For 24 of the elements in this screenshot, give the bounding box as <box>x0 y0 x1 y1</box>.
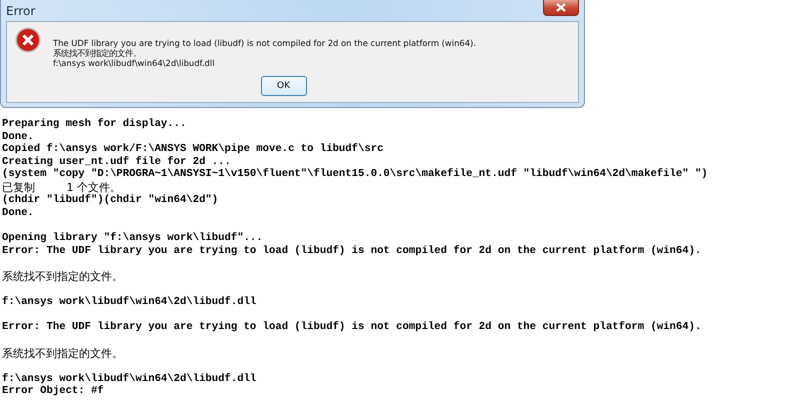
console-line: f:\ansys work\libudf\win64\2d\libudf.dll <box>2 372 256 385</box>
error-message: The UDF library you are trying to load (libudf) is not compiled for 2d on the current platform (win64). <box>53 38 476 48</box>
console-line: (system "copy "D:\PROGRA~1\ANSYSI~1\v150\fluent"\fluent15.0.0\src\makefile_nt.udf "libudf\win64\2d\makefile" ") <box>2 168 708 180</box>
window-title: Error <box>6 4 36 18</box>
error-message: 系统找不到指定的文件。 <box>53 48 142 58</box>
console-line: 已复制 1 个文件。 <box>2 180 121 194</box>
close-button[interactable] <box>543 0 579 16</box>
console-line: Copied f:\ansys work/F:\ANSYS WORK\pipe move.c to libudf\src <box>2 143 384 156</box>
console-line: 系统找不到指定的文件。 <box>2 346 123 360</box>
ok-button[interactable]: OK <box>260 76 306 96</box>
console-line: Done. <box>2 130 34 143</box>
error-message: f:\ansys work\libudf\win64\2d\libudf.dll <box>53 58 216 68</box>
console-line: f:\ansys work\libudf\win64\2d\libudf.dll <box>2 296 256 308</box>
console-line: Error: The UDF library you are trying to load (libudf) is not compiled for 2d on the current platform (win64). <box>2 321 702 334</box>
console-line: Error Object: #f <box>2 385 104 398</box>
console-line: Opening library "f:\ansys work\libudf"... <box>2 232 263 244</box>
console-line: Preparing mesh for display... <box>2 118 186 130</box>
console-line: 系统找不到指定的文件。 <box>2 270 123 284</box>
error-icon <box>15 27 41 53</box>
console-line: Error: The UDF library you are trying to load (libudf) is not compiled for 2d on the current platform (win64). <box>2 244 702 257</box>
close-icon <box>556 3 566 12</box>
console-line: (chdir "libudf")(chdir "win64\2d") <box>2 194 218 206</box>
console-line: Creating user_nt.udf file for 2d ... <box>2 156 231 168</box>
console-line: Done. <box>2 207 34 220</box>
